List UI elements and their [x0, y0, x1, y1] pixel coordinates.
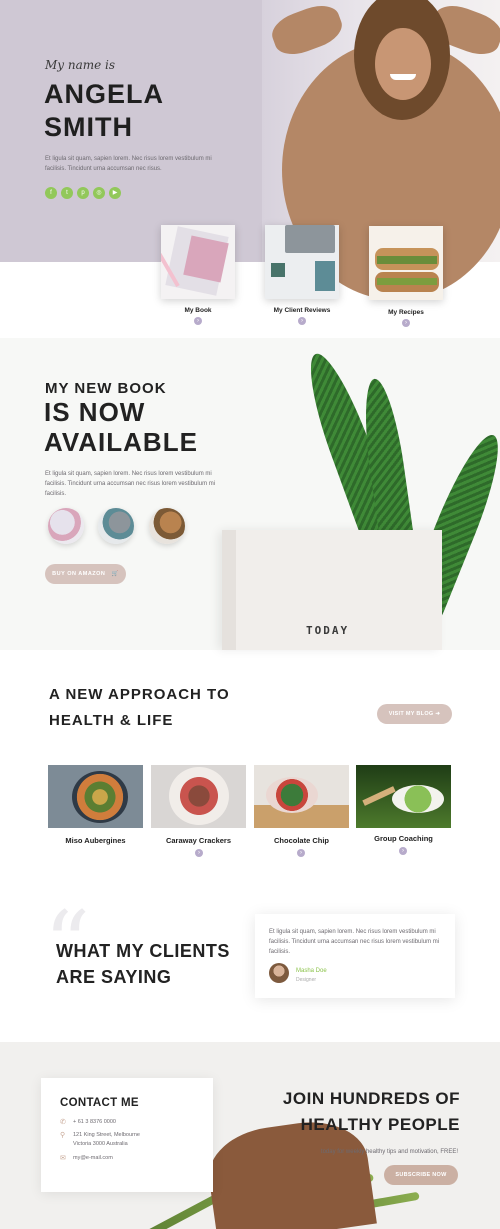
hero-name-last: SMITH	[44, 112, 133, 142]
arrow-right-icon: ➜	[435, 711, 441, 717]
card-label-book[interactable]: My Book	[161, 307, 235, 314]
health-title: A NEW APPROACH TO HEALTH & LIFE	[49, 682, 230, 734]
visit-blog-label: VISIT MY BLOG	[388, 711, 434, 717]
recipe-label-crackers[interactable]: Caraway Crackers	[151, 836, 246, 845]
join-title-line2: HEALTHY PEOPLE	[300, 1115, 460, 1134]
contact-email[interactable]: my@e-mail.com	[73, 1154, 113, 1163]
subscribe-now-button[interactable]: SUBSCRIBE NOW	[384, 1165, 458, 1185]
testimonial-author-name: Masha Doe	[296, 968, 327, 974]
book-title: IS NOW AVAILABLE	[44, 397, 198, 457]
book-title-line2: AVAILABLE	[44, 427, 198, 457]
social-links: f t p ◎ ▶	[45, 187, 121, 199]
card-image-recipes[interactable]	[369, 226, 443, 300]
youtube-icon[interactable]: ▶	[109, 187, 121, 199]
recipe-image-crackers[interactable]	[151, 765, 246, 828]
book-thumb-3[interactable]	[149, 508, 185, 544]
book-spine	[222, 530, 236, 650]
recipe-image-aubergines[interactable]	[48, 765, 143, 828]
testimonials-title-line2: ARE SAYING	[56, 967, 172, 987]
buy-on-amazon-button[interactable]: BUY ON AMAZON 🛒	[45, 564, 126, 584]
book-cover-text: TODAY	[306, 624, 350, 637]
recipe-label-group-coaching[interactable]: Group Coaching	[356, 834, 451, 843]
instagram-icon[interactable]: ◎	[93, 187, 105, 199]
contact-title: CONTACT ME	[60, 1097, 139, 1109]
book-subtitle: MY NEW BOOK	[45, 380, 167, 397]
twitter-icon[interactable]: t	[61, 187, 73, 199]
recipe-label-aubergines[interactable]: Miso Aubergines	[48, 836, 143, 845]
email-icon: ✉	[60, 1155, 66, 1162]
book-thumb-1[interactable]	[48, 508, 84, 544]
hero-portrait-image	[262, 0, 500, 300]
hero-name: ANGELA SMITH	[44, 78, 164, 144]
testimonial-quote: Et ligula sit quam, sapien lorem. Nec ri…	[269, 929, 440, 955]
contact-phone[interactable]: + 61 3 8376 0000	[73, 1118, 116, 1127]
buy-on-amazon-label: BUY ON AMAZON	[52, 571, 106, 577]
arrow-right-icon[interactable]: ›	[195, 849, 203, 857]
arrow-right-icon[interactable]: ›	[194, 317, 202, 325]
health-title-line2: HEALTH & LIFE	[49, 712, 174, 729]
cart-icon: 🛒	[107, 571, 119, 577]
book-title-line1: IS NOW	[44, 397, 146, 427]
recipe-image-group-coaching[interactable]	[356, 765, 451, 828]
hero-script-intro: My name is	[45, 58, 116, 72]
pinterest-icon[interactable]: p	[77, 187, 89, 199]
hero-intro-text: Et ligula sit quam, sapien lorem. Nec ri…	[45, 156, 212, 172]
card-label-reviews[interactable]: My Client Reviews	[265, 307, 339, 314]
phone-icon: ✆	[60, 1119, 66, 1126]
visit-blog-button[interactable]: VISIT MY BLOG ➜	[377, 704, 452, 724]
book-text: Et ligula sit quam, sapien lorem. Nec ri…	[45, 471, 216, 497]
hero-name-first: ANGELA	[44, 79, 164, 109]
recipe-image-chocolate-chip[interactable]	[254, 765, 349, 828]
card-label-recipes[interactable]: My Recipes	[369, 309, 443, 316]
location-icon: ⚲	[60, 1132, 66, 1139]
book-thumb-2[interactable]	[98, 508, 134, 544]
join-title: JOIN HUNDREDS OF HEALTHY PEOPLE	[250, 1086, 460, 1138]
recipe-label-chocolate-chip[interactable]: Chocolate Chip	[254, 836, 349, 845]
contact-address-line2: Victoria 3000 Australia	[73, 1141, 128, 1147]
join-title-line1: JOIN HUNDREDS OF	[282, 1089, 460, 1108]
arrow-right-icon[interactable]: ›	[402, 319, 410, 327]
contact-address-line1: 121 King Street, Melbourne	[73, 1132, 140, 1138]
card-image-reviews[interactable]	[265, 225, 339, 299]
testimonials-title: WHAT MY CLIENTS ARE SAYING	[56, 938, 230, 990]
card-image-book[interactable]	[161, 225, 235, 299]
join-text: today for weekly healthy tips and motiva…	[320, 1149, 458, 1155]
book-cover-image: TODAY	[222, 530, 442, 650]
arrow-right-icon[interactable]: ›	[298, 317, 306, 325]
testimonial-author-role: Designer	[296, 977, 317, 983]
arrow-right-icon[interactable]: ›	[399, 847, 407, 855]
testimonials-title-line1: WHAT MY CLIENTS	[56, 941, 230, 961]
facebook-icon[interactable]: f	[45, 187, 57, 199]
contact-address: 121 King Street, Melbourne Victoria 3000…	[73, 1131, 140, 1149]
arrow-right-icon[interactable]: ›	[297, 849, 305, 857]
health-title-line1: A NEW APPROACH TO	[49, 686, 230, 703]
avatar	[269, 963, 289, 983]
